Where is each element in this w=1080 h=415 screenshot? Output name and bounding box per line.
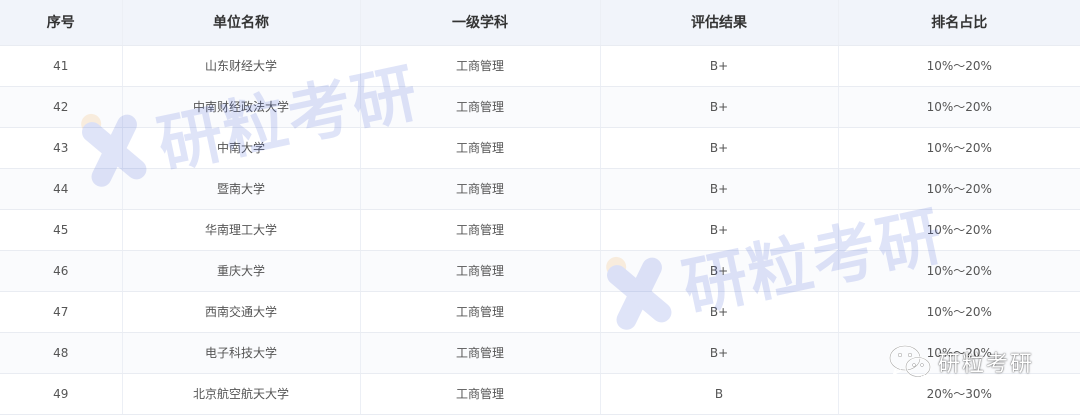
cell-rank-ratio: 10%～20%	[838, 168, 1080, 210]
cell-result: B+	[600, 209, 839, 251]
table-header: 序号 单位名称 一级学科 评估结果 排名占比	[0, 0, 1080, 46]
cell-discipline: 工商管理	[360, 291, 601, 333]
cell-index: 46	[0, 250, 123, 292]
cell-result: B+	[600, 332, 839, 374]
cell-rank-ratio: 10%～20%	[838, 250, 1080, 292]
cell-index: 43	[0, 127, 123, 169]
table-row: 42 中南财经政法大学 工商管理 B+ 10%～20%	[0, 86, 1080, 128]
cell-discipline: 工商管理	[360, 332, 601, 374]
cell-discipline: 工商管理	[360, 209, 601, 251]
cell-result: B+	[600, 291, 839, 333]
wechat-label: 研粒考研	[938, 352, 1035, 377]
cell-result: B+	[600, 250, 839, 292]
header-row: 序号 单位名称 一级学科 评估结果 排名占比	[0, 0, 1080, 46]
cell-discipline: 工商管理	[360, 250, 601, 292]
cell-rank-ratio: 10%～20%	[838, 86, 1080, 128]
header-rank-ratio: 排名占比	[838, 0, 1080, 46]
cell-result: B	[600, 373, 839, 415]
cell-institution: 华南理工大学	[122, 209, 361, 251]
cell-rank-ratio: 10%～20%	[838, 127, 1080, 169]
cell-institution: 中南财经政法大学	[122, 86, 361, 128]
cell-institution: 中南大学	[122, 127, 361, 169]
table-row: 46 重庆大学 工商管理 B+ 10%～20%	[0, 250, 1080, 292]
wechat-icon	[888, 344, 932, 381]
cell-rank-ratio: 10%～20%	[838, 209, 1080, 251]
cell-index: 42	[0, 86, 123, 128]
header-result: 评估结果	[600, 0, 839, 46]
header-institution: 单位名称	[122, 0, 361, 46]
cell-result: B+	[600, 168, 839, 210]
cell-discipline: 工商管理	[360, 373, 601, 415]
cell-institution: 电子科技大学	[122, 332, 361, 374]
cell-index: 47	[0, 291, 123, 333]
cell-result: B+	[600, 127, 839, 169]
header-discipline: 一级学科	[360, 0, 601, 46]
cell-index: 49	[0, 373, 123, 415]
wechat-badge: 研粒考研	[888, 342, 1034, 382]
cell-rank-ratio: 10%～20%	[838, 45, 1080, 87]
cell-institution: 西南交通大学	[122, 291, 361, 333]
cell-result: B+	[600, 86, 839, 128]
table-row: 45 华南理工大学 工商管理 B+ 10%～20%	[0, 209, 1080, 251]
cell-institution: 山东财经大学	[122, 45, 361, 87]
table-row: 43 中南大学 工商管理 B+ 10%～20%	[0, 127, 1080, 169]
cell-discipline: 工商管理	[360, 127, 601, 169]
table-row: 44 暨南大学 工商管理 B+ 10%～20%	[0, 168, 1080, 210]
cell-institution: 重庆大学	[122, 250, 361, 292]
cell-institution: 北京航空航天大学	[122, 373, 361, 415]
table-row: 41 山东财经大学 工商管理 B+ 10%～20%	[0, 45, 1080, 87]
cell-discipline: 工商管理	[360, 45, 601, 87]
cell-discipline: 工商管理	[360, 168, 601, 210]
cell-discipline: 工商管理	[360, 86, 601, 128]
cell-index: 45	[0, 209, 123, 251]
cell-index: 41	[0, 45, 123, 87]
cell-result: B+	[600, 45, 839, 87]
table-row: 47 西南交通大学 工商管理 B+ 10%～20%	[0, 291, 1080, 333]
header-index: 序号	[0, 0, 123, 46]
cell-rank-ratio: 10%～20%	[838, 291, 1080, 333]
cell-institution: 暨南大学	[122, 168, 361, 210]
cell-index: 44	[0, 168, 123, 210]
cell-index: 48	[0, 332, 123, 374]
